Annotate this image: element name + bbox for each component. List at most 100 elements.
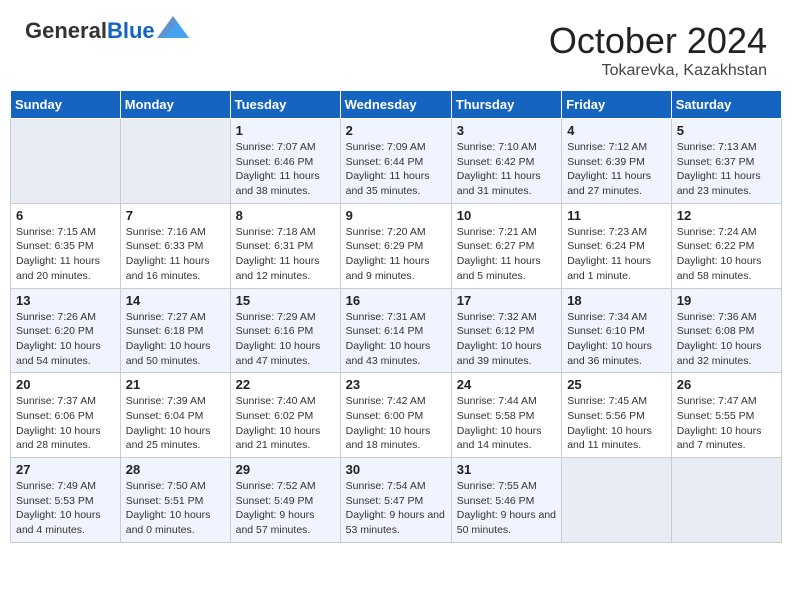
calendar-cell: 16Sunrise: 7:31 AMSunset: 6:14 PMDayligh… <box>340 288 451 373</box>
title-block: October 2024 Tokarevka, Kazakhstan <box>549 20 767 80</box>
cell-info: Sunrise: 7:23 AMSunset: 6:24 PMDaylight:… <box>567 225 666 284</box>
calendar-cell <box>671 458 781 543</box>
calendar-cell: 7 Sunrise: 7:16 AMSunset: 6:33 PMDaylight… <box>120 203 230 288</box>
cell-info: Sunrise: 7:10 AMSunset: 6:42 PMDaylight:… <box>457 140 556 199</box>
calendar-header-row: SundayMondayTuesdayWednesdayThursdayFrid… <box>11 91 782 119</box>
calendar-cell: 27 Sunrise: 7:49 AMSunset: 5:53 PMDayligh… <box>11 458 121 543</box>
day-header-tuesday: Tuesday <box>230 91 340 119</box>
cell-info: Sunrise: 7:45 AMSunset: 5:56 PMDaylight:… <box>567 394 666 453</box>
day-header-saturday: Saturday <box>671 91 781 119</box>
calendar-cell: 5Sunrise: 7:13 AMSunset: 6:37 PMDaylight… <box>671 119 781 204</box>
calendar-week-row: 13Sunrise: 7:26 AMSunset: 6:20 PMDayligh… <box>11 288 782 373</box>
cell-info: Sunrise: 7:39 AMSunset: 6:04 PMDaylight:… <box>126 394 225 453</box>
day-number: 28 <box>126 462 225 477</box>
day-number: 4 <box>567 123 666 138</box>
calendar-cell: 14 Sunrise: 7:27 AMSunset: 6:18 PMDayligh… <box>120 288 230 373</box>
calendar-cell: 28 Sunrise: 7:50 AMSunset: 5:51 PMDayligh… <box>120 458 230 543</box>
calendar-cell: 30Sunrise: 7:54 AMSunset: 5:47 PMDayligh… <box>340 458 451 543</box>
day-number: 3 <box>457 123 556 138</box>
calendar-week-row: 27 Sunrise: 7:49 AMSunset: 5:53 PMDayligh… <box>11 458 782 543</box>
cell-info: Sunrise: 7:27 AMSunset: 6:18 PMDaylight:… <box>126 310 225 369</box>
day-number: 9 <box>346 208 446 223</box>
logo-icon <box>157 16 189 38</box>
day-number: 29 <box>236 462 335 477</box>
calendar-cell: 1 Sunrise: 7:07 AMSunset: 6:46 PMDaylight… <box>230 119 340 204</box>
location-title: Tokarevka, Kazakhstan <box>549 62 767 80</box>
day-number: 20 <box>16 377 115 392</box>
cell-info: Sunrise: 7:42 AMSunset: 6:00 PMDaylight:… <box>346 394 446 453</box>
day-number: 25 <box>567 377 666 392</box>
calendar-cell: 11 Sunrise: 7:23 AMSunset: 6:24 PMDayligh… <box>562 203 672 288</box>
calendar-cell: 21 Sunrise: 7:39 AMSunset: 6:04 PMDayligh… <box>120 373 230 458</box>
calendar-week-row: 20 Sunrise: 7:37 AMSunset: 6:06 PMDayligh… <box>11 373 782 458</box>
calendar-cell: 3 Sunrise: 7:10 AMSunset: 6:42 PMDaylight… <box>451 119 561 204</box>
calendar-cell: 20 Sunrise: 7:37 AMSunset: 6:06 PMDayligh… <box>11 373 121 458</box>
day-header-thursday: Thursday <box>451 91 561 119</box>
calendar-cell: 31 Sunrise: 7:55 AMSunset: 5:46 PMDayligh… <box>451 458 561 543</box>
day-number: 18 <box>567 293 666 308</box>
cell-info: Sunrise: 7:37 AMSunset: 6:06 PMDaylight:… <box>16 394 115 453</box>
calendar-cell <box>562 458 672 543</box>
month-title: October 2024 <box>549 20 767 62</box>
cell-info: Sunrise: 7:52 AMSunset: 5:49 PMDaylight:… <box>236 479 335 538</box>
cell-info: Sunrise: 7:24 AMSunset: 6:22 PMDaylight:… <box>677 225 776 284</box>
day-header-wednesday: Wednesday <box>340 91 451 119</box>
cell-info: Sunrise: 7:32 AMSunset: 6:12 PMDaylight:… <box>457 310 556 369</box>
cell-info: Sunrise: 7:55 AMSunset: 5:46 PMDaylight:… <box>457 479 556 538</box>
calendar-table: SundayMondayTuesdayWednesdayThursdayFrid… <box>10 90 782 543</box>
day-number: 26 <box>677 377 776 392</box>
day-number: 6 <box>16 208 115 223</box>
day-number: 10 <box>457 208 556 223</box>
calendar-cell: 2Sunrise: 7:09 AMSunset: 6:44 PMDaylight… <box>340 119 451 204</box>
calendar-cell: 23 Sunrise: 7:42 AMSunset: 6:00 PMDayligh… <box>340 373 451 458</box>
cell-info: Sunrise: 7:20 AMSunset: 6:29 PMDaylight:… <box>346 225 446 284</box>
calendar-cell: 12 Sunrise: 7:24 AMSunset: 6:22 PMDayligh… <box>671 203 781 288</box>
day-number: 7 <box>126 208 225 223</box>
cell-info: Sunrise: 7:36 AMSunset: 6:08 PMDaylight:… <box>677 310 776 369</box>
cell-info: Sunrise: 7:34 AMSunset: 6:10 PMDaylight:… <box>567 310 666 369</box>
calendar-cell: 17 Sunrise: 7:32 AMSunset: 6:12 PMDayligh… <box>451 288 561 373</box>
cell-info: Sunrise: 7:16 AMSunset: 6:33 PMDaylight:… <box>126 225 225 284</box>
day-number: 16 <box>346 293 446 308</box>
day-number: 5 <box>677 123 776 138</box>
calendar-cell <box>11 119 121 204</box>
logo-text: GeneralBlue <box>25 20 155 42</box>
calendar-cell: 6Sunrise: 7:15 AMSunset: 6:35 PMDaylight… <box>11 203 121 288</box>
calendar-cell: 26 Sunrise: 7:47 AMSunset: 5:55 PMDayligh… <box>671 373 781 458</box>
day-number: 31 <box>457 462 556 477</box>
day-number: 22 <box>236 377 335 392</box>
calendar-cell: 9 Sunrise: 7:20 AMSunset: 6:29 PMDaylight… <box>340 203 451 288</box>
cell-info: Sunrise: 7:07 AMSunset: 6:46 PMDaylight:… <box>236 140 335 199</box>
cell-info: Sunrise: 7:40 AMSunset: 6:02 PMDaylight:… <box>236 394 335 453</box>
calendar-cell: 15Sunrise: 7:29 AMSunset: 6:16 PMDayligh… <box>230 288 340 373</box>
day-number: 27 <box>16 462 115 477</box>
calendar-cell: 29 Sunrise: 7:52 AMSunset: 5:49 PMDayligh… <box>230 458 340 543</box>
calendar-week-row: 1 Sunrise: 7:07 AMSunset: 6:46 PMDaylight… <box>11 119 782 204</box>
calendar-cell: 8Sunrise: 7:18 AMSunset: 6:31 PMDaylight… <box>230 203 340 288</box>
day-header-sunday: Sunday <box>11 91 121 119</box>
calendar-week-row: 6Sunrise: 7:15 AMSunset: 6:35 PMDaylight… <box>11 203 782 288</box>
logo: GeneralBlue <box>25 20 189 42</box>
day-number: 11 <box>567 208 666 223</box>
page-header: GeneralBlue October 2024 Tokarevka, Kaza… <box>10 10 782 85</box>
calendar-cell <box>120 119 230 204</box>
day-number: 8 <box>236 208 335 223</box>
day-number: 21 <box>126 377 225 392</box>
day-number: 17 <box>457 293 556 308</box>
cell-info: Sunrise: 7:54 AMSunset: 5:47 PMDaylight:… <box>346 479 446 538</box>
day-number: 12 <box>677 208 776 223</box>
cell-info: Sunrise: 7:49 AMSunset: 5:53 PMDaylight:… <box>16 479 115 538</box>
day-number: 14 <box>126 293 225 308</box>
day-number: 15 <box>236 293 335 308</box>
cell-info: Sunrise: 7:26 AMSunset: 6:20 PMDaylight:… <box>16 310 115 369</box>
day-header-monday: Monday <box>120 91 230 119</box>
calendar-cell: 24Sunrise: 7:44 AMSunset: 5:58 PMDayligh… <box>451 373 561 458</box>
cell-info: Sunrise: 7:21 AMSunset: 6:27 PMDaylight:… <box>457 225 556 284</box>
cell-info: Sunrise: 7:12 AMSunset: 6:39 PMDaylight:… <box>567 140 666 199</box>
cell-info: Sunrise: 7:47 AMSunset: 5:55 PMDaylight:… <box>677 394 776 453</box>
cell-info: Sunrise: 7:50 AMSunset: 5:51 PMDaylight:… <box>126 479 225 538</box>
cell-info: Sunrise: 7:09 AMSunset: 6:44 PMDaylight:… <box>346 140 446 199</box>
day-number: 1 <box>236 123 335 138</box>
calendar-cell: 13Sunrise: 7:26 AMSunset: 6:20 PMDayligh… <box>11 288 121 373</box>
day-number: 23 <box>346 377 446 392</box>
